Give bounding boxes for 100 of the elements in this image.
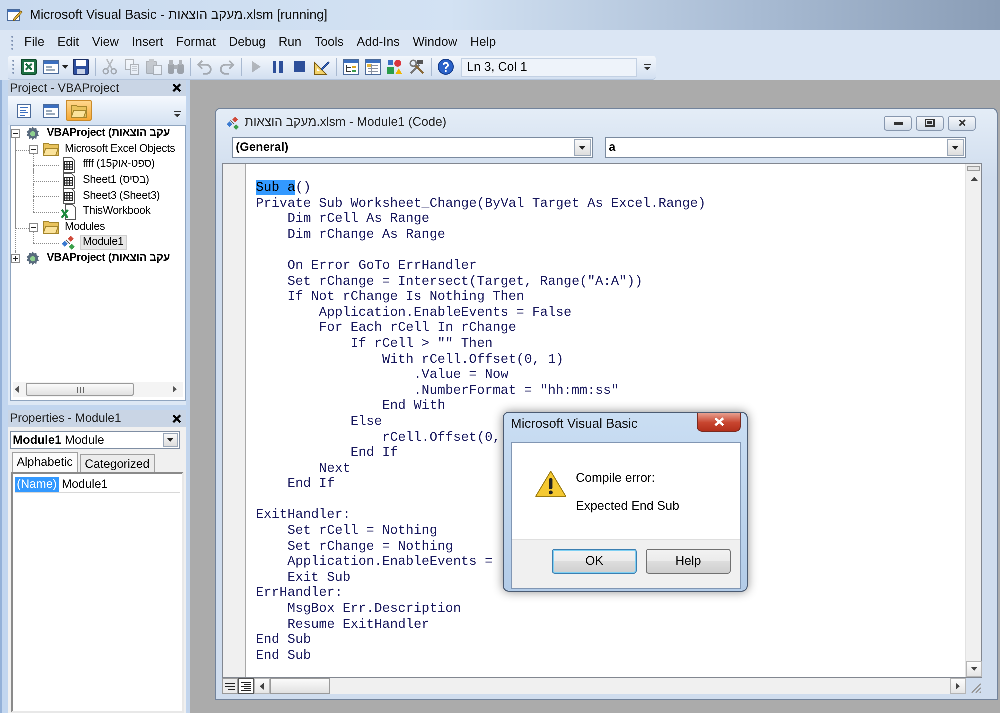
- scroll-down-button[interactable]: [966, 661, 982, 677]
- dropdown-arrow-button[interactable]: [574, 139, 591, 156]
- tree-item[interactable]: VBAProject (עקב הוצאות: [44, 126, 174, 142]
- form-icon[interactable]: [43, 59, 59, 75]
- menu-item[interactable]: View: [86, 34, 126, 52]
- menu-item[interactable]: Window: [406, 34, 464, 52]
- tree-item[interactable]: Microsoft Excel Objects: [62, 142, 178, 157]
- code-line: Application.EnableEvents =: [288, 554, 493, 570]
- tree-item[interactable]: Modules: [62, 220, 108, 235]
- tree-item[interactable]: Sheet1 (בסיס): [80, 173, 152, 188]
- separated-lines-icon: [241, 682, 251, 690]
- property-list-icon[interactable]: [365, 59, 381, 75]
- stop-icon[interactable]: [292, 59, 308, 75]
- form-icon: [43, 102, 59, 118]
- code-line: End If: [350, 445, 398, 460]
- code-line: End With: [382, 398, 446, 414]
- form-pencil-icon: [7, 7, 23, 23]
- minimize-icon: [894, 122, 902, 124]
- procedure-dropdown[interactable]: a: [605, 137, 966, 158]
- overflow-chevron-icon[interactable]: [174, 111, 181, 118]
- menu-item[interactable]: Insert: [126, 34, 170, 52]
- tree-item[interactable]: ffff (ספט-אוק15): [80, 157, 158, 172]
- scroll-right-button[interactable]: [950, 678, 966, 694]
- object-dropdown[interactable]: Module1 Module: [10, 431, 180, 449]
- toggle-folders-button[interactable]: [66, 100, 92, 121]
- close-icon[interactable]: [172, 83, 182, 93]
- drag-grip-icon[interactable]: [11, 34, 14, 50]
- code-line: With rCell.Offset(0, 1): [382, 352, 564, 367]
- tree-item[interactable]: Sheet3 (Sheet3): [80, 188, 164, 204]
- minus-box-icon[interactable]: [29, 144, 38, 154]
- plus-box-icon[interactable]: [11, 254, 20, 264]
- code-line: For Each rCell In rChange: [319, 320, 517, 336]
- diamond-shapes-icon: [226, 116, 241, 130]
- property-value[interactable]: Module1: [59, 477, 108, 492]
- dialog-button[interactable]: Help: [646, 549, 731, 574]
- help-icon[interactable]: [438, 59, 454, 75]
- dialog-message: Compile error:: [576, 470, 656, 486]
- pause-icon[interactable]: [270, 59, 286, 75]
- gear-icon: [25, 126, 41, 142]
- menu-item[interactable]: Run: [272, 34, 308, 52]
- menu-item[interactable]: Format: [170, 34, 222, 52]
- close-icon[interactable]: [172, 414, 182, 424]
- diamond-shapes-icon: [61, 234, 77, 251]
- right-arrow-icon[interactable]: [173, 386, 177, 393]
- close-button[interactable]: [697, 413, 741, 432]
- code-line: Set rChange = Intersect(Target, Range("A:A")): [288, 274, 643, 289]
- menu-item[interactable]: Tools: [308, 34, 350, 52]
- menu-item[interactable]: Edit: [51, 34, 86, 52]
- procedure-view-button[interactable]: [222, 678, 238, 694]
- shapes-icon[interactable]: [387, 59, 403, 75]
- caret-icon: [579, 146, 586, 150]
- code-line: MsgBox Err.Description: [288, 601, 462, 616]
- menu-item[interactable]: Help: [464, 34, 503, 52]
- scrollbar-thumb[interactable]: [26, 383, 134, 396]
- close-icon: [958, 119, 966, 127]
- tree-item[interactable]: VBAProject (עקב הוצאות: [44, 251, 174, 266]
- project-tree-icon[interactable]: [343, 59, 359, 75]
- dialog-title: Microsoft Visual Basic: [511, 415, 638, 433]
- dialog-button[interactable]: OK: [552, 549, 637, 574]
- caret-icon[interactable]: [62, 65, 69, 69]
- minus-box-icon[interactable]: [11, 129, 20, 138]
- resize-grip-icon[interactable]: [971, 683, 982, 694]
- dropdown-arrow-button[interactable]: [947, 139, 964, 156]
- menu-item[interactable]: Debug: [222, 34, 272, 52]
- minimize-button[interactable]: [884, 116, 912, 130]
- code-line: Dim rChange As Range: [288, 226, 446, 242]
- drag-grip-icon[interactable]: [12, 59, 15, 75]
- window-title: מעקב הוצאות.xlsm - Module1 (Code): [245, 115, 447, 131]
- menu-item[interactable]: File: [18, 34, 52, 52]
- tab[interactable]: Alphabetic: [12, 452, 78, 472]
- tab[interactable]: Categorized: [80, 454, 155, 472]
- split-handle[interactable]: [967, 166, 980, 171]
- restore-button[interactable]: [916, 116, 944, 130]
- tree-item[interactable]: Module1: [80, 235, 127, 250]
- minus-box-icon[interactable]: [29, 222, 38, 232]
- close-button[interactable]: [948, 116, 976, 130]
- horizontal-scrollbar[interactable]: [13, 382, 183, 397]
- code-line: Set rChange = Nothing: [288, 538, 454, 554]
- horizontal-scrollbar[interactable]: [254, 678, 966, 694]
- code-line: ErrHandler:: [256, 585, 343, 600]
- full-module-view-button[interactable]: [238, 678, 254, 694]
- object-dropdown[interactable]: (General): [232, 137, 593, 158]
- dropdown-arrow-button[interactable]: [163, 433, 178, 447]
- spreadsheet-page-icon: [61, 204, 77, 220]
- scrollbar-thumb[interactable]: [270, 678, 330, 694]
- vertical-scrollbar[interactable]: [965, 164, 981, 677]
- overflow-chevron-icon[interactable]: [644, 64, 651, 70]
- sheet-grid-icon: [61, 172, 77, 189]
- up-arrow-icon[interactable]: [970, 177, 978, 181]
- tree-item[interactable]: ThisWorkbook: [80, 204, 154, 220]
- scroll-left-button[interactable]: [254, 678, 270, 694]
- spreadsheet-icon[interactable]: [21, 59, 37, 75]
- code-line: End Sub: [256, 648, 312, 663]
- ruler-pencil-icon[interactable]: [314, 59, 330, 75]
- code-page-icon: [16, 102, 32, 118]
- code-line: Else: [350, 414, 382, 429]
- tools-icon[interactable]: [409, 59, 425, 75]
- menu-item[interactable]: Add-Ins: [350, 34, 406, 52]
- code-line: Next: [319, 460, 351, 476]
- left-arrow-icon[interactable]: [15, 386, 19, 393]
